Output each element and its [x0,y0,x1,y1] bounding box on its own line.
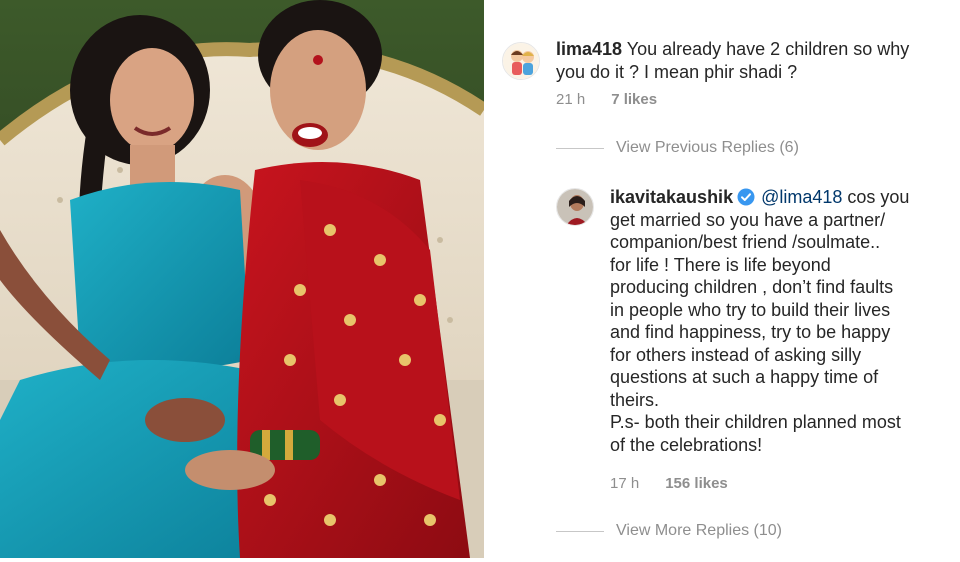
comment-likes[interactable]: 7 likes [611,91,657,108]
reply-username[interactable]: ikavitakaushik [610,187,733,207]
reply-text-line: for others instead of asking silly [610,344,862,365]
view-more-replies-button[interactable]: View More Replies (10) [556,522,782,540]
reply-text-line: get married so you have a partner/ [610,209,886,230]
comment-username[interactable]: lima418 [556,39,622,59]
comment-text-line: you do it ? I mean phir shadi ? [556,61,798,82]
comment-body: lima418 You already have 2 children so w… [556,38,956,83]
reply-text-line: producing children , don’t find faults [610,277,894,297]
reply-likes[interactable]: 156 likes [665,475,728,492]
wedding-photo-illustration [0,0,484,558]
reply-text-line: theirs. [610,389,660,410]
reply-time: 17 h [610,475,640,492]
reply-text-line: of the celebrations! [610,434,763,455]
view-previous-replies-button[interactable]: View Previous Replies (6) [556,139,799,157]
divider-line [556,147,604,149]
reply-text-line: questions at such a happy time of [610,367,879,387]
reply-mention[interactable]: @lima418 [761,187,842,207]
comment-meta: 21 h 7 likes [556,91,657,108]
reply-text-first: cos you [842,187,910,207]
cartoon-kids-avatar-icon [503,43,539,79]
reply-text-line: P.s- both their children planned most [610,412,901,432]
view-more-replies-label: View More Replies (10) [616,522,782,539]
view-previous-replies-label: View Previous Replies (6) [616,139,799,156]
profile-photo-avatar-icon [557,189,593,225]
comment-time: 21 h [556,91,586,108]
commenter-avatar[interactable] [502,42,540,80]
comment-text-line: You already have 2 children so why [622,39,910,59]
post-photo [0,0,484,558]
reply-meta: 17 h 156 likes [610,475,728,492]
divider-line [556,530,604,532]
reply-text-line: in people who try to build their lives [610,299,891,320]
reply-text-line: for life ! There is life beyond [610,254,831,275]
reply-avatar[interactable] [556,188,594,226]
reply-text-line: and find happiness, try to be happy [610,322,891,342]
reply-text-line: companion/best friend /soulmate.. [610,232,881,252]
reply-body: ikavitakaushik @lima418 cos you get marri… [610,186,956,456]
verified-badge-icon [737,188,755,206]
comments-panel: lima418 You already have 2 children so w… [484,0,960,562]
